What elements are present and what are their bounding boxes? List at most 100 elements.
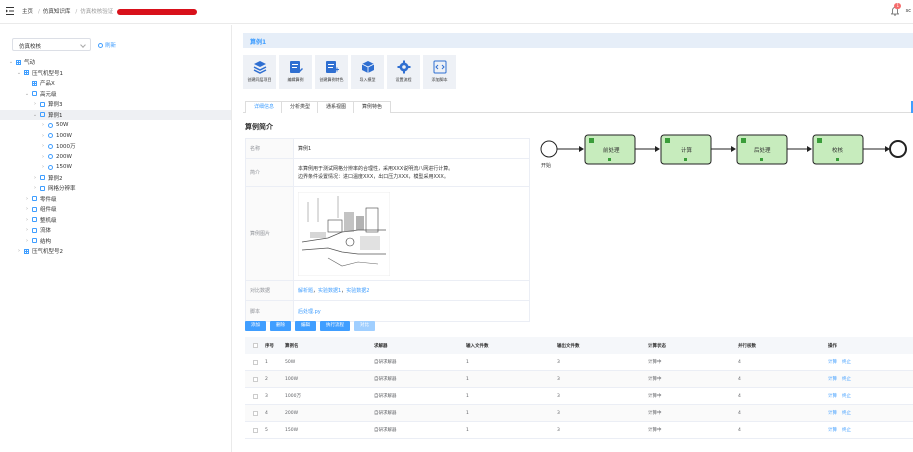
tree-node[interactable]: › 算例2 bbox=[32, 173, 63, 183]
breadcrumb-home[interactable]: 主页 bbox=[22, 9, 33, 15]
caret-down-icon[interactable]: ⌄ bbox=[24, 91, 30, 97]
row-checkbox[interactable] bbox=[252, 376, 258, 382]
cell-input-files: 1 bbox=[466, 359, 469, 365]
tree-node[interactable]: › 200W bbox=[40, 152, 72, 162]
category-select[interactable]: 仿真校核 bbox=[12, 38, 91, 51]
caret-right-icon[interactable]: › bbox=[24, 227, 30, 233]
caret-right-icon[interactable]: › bbox=[24, 217, 30, 223]
edit-button[interactable]: 编辑 bbox=[295, 321, 316, 331]
tab-details[interactable]: 详细信息 bbox=[245, 101, 284, 113]
tree-node[interactable]: › 50W bbox=[40, 120, 68, 130]
tree-node[interactable]: › 结构 bbox=[24, 236, 51, 246]
caret-right-icon[interactable]: › bbox=[16, 248, 22, 254]
tree-node[interactable]: › 整机级 bbox=[24, 215, 57, 225]
flow-start-node bbox=[540, 140, 558, 158]
flow-node-label: 后处理 bbox=[754, 146, 771, 154]
stop-link[interactable]: 终止 bbox=[842, 360, 851, 365]
caret-right-icon[interactable]: › bbox=[24, 238, 30, 244]
page-title: 算例1 bbox=[250, 39, 267, 46]
caret-down-icon[interactable]: ⌄ bbox=[8, 59, 14, 65]
user-name[interactable]: sc bbox=[906, 8, 911, 14]
compare-link-exp1[interactable]: 实验数据1 bbox=[318, 287, 341, 294]
caret-right-icon[interactable]: › bbox=[24, 206, 30, 212]
row-checkbox[interactable] bbox=[252, 393, 258, 399]
add-button[interactable]: 添加 bbox=[245, 321, 266, 331]
add-script-button[interactable]: 添加脚本 bbox=[423, 55, 456, 89]
col-actions: 操作 bbox=[828, 343, 837, 349]
row-checkbox[interactable] bbox=[252, 359, 258, 365]
calc-link[interactable]: 计算 bbox=[828, 428, 837, 433]
calc-link[interactable]: 计算 bbox=[828, 411, 837, 416]
row-checkbox[interactable] bbox=[252, 427, 258, 433]
caret-down-icon[interactable]: ⌄ bbox=[16, 70, 22, 76]
caret-right-icon[interactable]: › bbox=[24, 196, 30, 202]
script-link[interactable]: 后处理.py bbox=[298, 308, 321, 315]
create-feature-button[interactable]: 创建算例特色 bbox=[315, 55, 348, 89]
caret-right-icon[interactable]: › bbox=[40, 164, 46, 170]
caret-right-icon[interactable]: › bbox=[32, 101, 38, 107]
stop-link[interactable]: 终止 bbox=[842, 428, 851, 433]
grid-icon bbox=[32, 80, 37, 86]
tree-node[interactable]: › 100W bbox=[40, 131, 72, 141]
setup-flow-button[interactable]: 设置流程 bbox=[387, 55, 420, 89]
table-row[interactable]: 2 100W 自研求解器 1 3 计算中 4 计算 终止 bbox=[245, 371, 913, 388]
table-row[interactable]: 4 200W 自研求解器 1 3 计算中 4 计算 终止 bbox=[245, 405, 913, 422]
tab-case-features[interactable]: 算例特色 bbox=[353, 101, 392, 113]
calc-link[interactable]: 计算 bbox=[828, 360, 837, 365]
tree-node[interactable]: 产品X bbox=[24, 78, 55, 88]
breadcrumb-knowledge[interactable]: 仿真知识库 bbox=[43, 9, 71, 15]
table-row[interactable]: 5 150W 自研求解器 1 3 计算中 4 计算 终止 bbox=[245, 422, 913, 439]
caret-right-icon[interactable]: › bbox=[32, 185, 38, 191]
doc-icon bbox=[32, 217, 37, 222]
tree-node[interactable]: › 150W bbox=[40, 162, 72, 172]
case-image[interactable] bbox=[298, 191, 390, 276]
calc-link[interactable]: 计算 bbox=[828, 377, 837, 382]
row-checkbox[interactable] bbox=[252, 410, 258, 416]
edit-case-button[interactable]: 编辑算例 bbox=[279, 55, 312, 89]
refresh-button[interactable]: 刷新 bbox=[98, 41, 116, 49]
detail-table: 名称 算例1 简介 本算例用于测试网格分辨率的合理性，采用XXX说明流八网进行计… bbox=[245, 138, 530, 322]
caret-right-icon[interactable]: › bbox=[40, 154, 46, 160]
create-sibling-button[interactable]: 创建同层项目 bbox=[243, 55, 276, 89]
tree-node[interactable]: › 压气机型号2 bbox=[16, 246, 63, 256]
cube-icon bbox=[361, 61, 374, 73]
tree-node[interactable]: ⌄ 压气机型号1 bbox=[16, 68, 63, 78]
compare-link-analytic[interactable]: 解析题 bbox=[298, 287, 313, 294]
compare-link-exp2[interactable]: 实验数据2 bbox=[346, 287, 369, 294]
tree-node[interactable]: ⌄ 算例1 bbox=[32, 110, 63, 120]
tree-node-label: 算例2 bbox=[48, 175, 63, 182]
stop-link[interactable]: 终止 bbox=[842, 411, 851, 416]
tree-node-label: 网格分辨率 bbox=[48, 186, 76, 192]
tab-system-view[interactable]: 通系视图 bbox=[317, 101, 356, 113]
col-output-files: 输出文件数 bbox=[557, 343, 580, 349]
select-all-checkbox[interactable] bbox=[252, 343, 258, 348]
table-row[interactable]: 3 1000万 自研求解器 1 3 计算中 4 计算 终止 bbox=[245, 388, 913, 405]
tree-node[interactable]: ⌄ 高元级 bbox=[24, 89, 57, 99]
flow-end-node bbox=[889, 140, 907, 158]
caret-right-icon[interactable]: › bbox=[40, 122, 46, 128]
run-flow-button[interactable]: 执行流程 bbox=[320, 321, 350, 331]
calc-link[interactable]: 计算 bbox=[828, 394, 837, 399]
table-row[interactable]: 1 50W 自研求解器 1 3 计算中 4 计算 终止 bbox=[245, 354, 913, 371]
tree-node[interactable]: › 流体 bbox=[24, 225, 51, 235]
table-header: 序号 算例名 求解器 输入文件数 输出文件数 计算状态 并行核数 操作 bbox=[245, 337, 913, 354]
caret-down-icon[interactable]: ⌄ bbox=[32, 112, 38, 118]
stop-link[interactable]: 终止 bbox=[842, 394, 851, 399]
import-model-button[interactable]: 导入模型 bbox=[351, 55, 384, 89]
tree-node[interactable]: › 网格分辨率 bbox=[32, 183, 76, 193]
caret-right-icon[interactable]: › bbox=[40, 143, 46, 149]
caret-right-icon[interactable]: › bbox=[40, 133, 46, 139]
tree-node[interactable]: › 组件级 bbox=[24, 204, 57, 214]
stop-link[interactable]: 终止 bbox=[842, 377, 851, 382]
tree-node[interactable]: ⌄ 气动 bbox=[8, 57, 35, 67]
category-select-value: 仿真校核 bbox=[19, 44, 42, 50]
compare-button[interactable]: 对比 bbox=[354, 321, 375, 331]
tree-node[interactable]: › 算例3 bbox=[32, 99, 63, 109]
tree-node[interactable]: › 零件级 bbox=[24, 194, 57, 204]
col-cores: 并行核数 bbox=[738, 343, 756, 349]
tab-analysis-type[interactable]: 分析类型 bbox=[281, 101, 320, 113]
tree-node[interactable]: › 1000万 bbox=[40, 141, 76, 151]
delete-button[interactable]: 删除 bbox=[270, 321, 291, 331]
menu-fold-icon[interactable] bbox=[6, 7, 14, 15]
caret-right-icon[interactable]: › bbox=[32, 175, 38, 181]
